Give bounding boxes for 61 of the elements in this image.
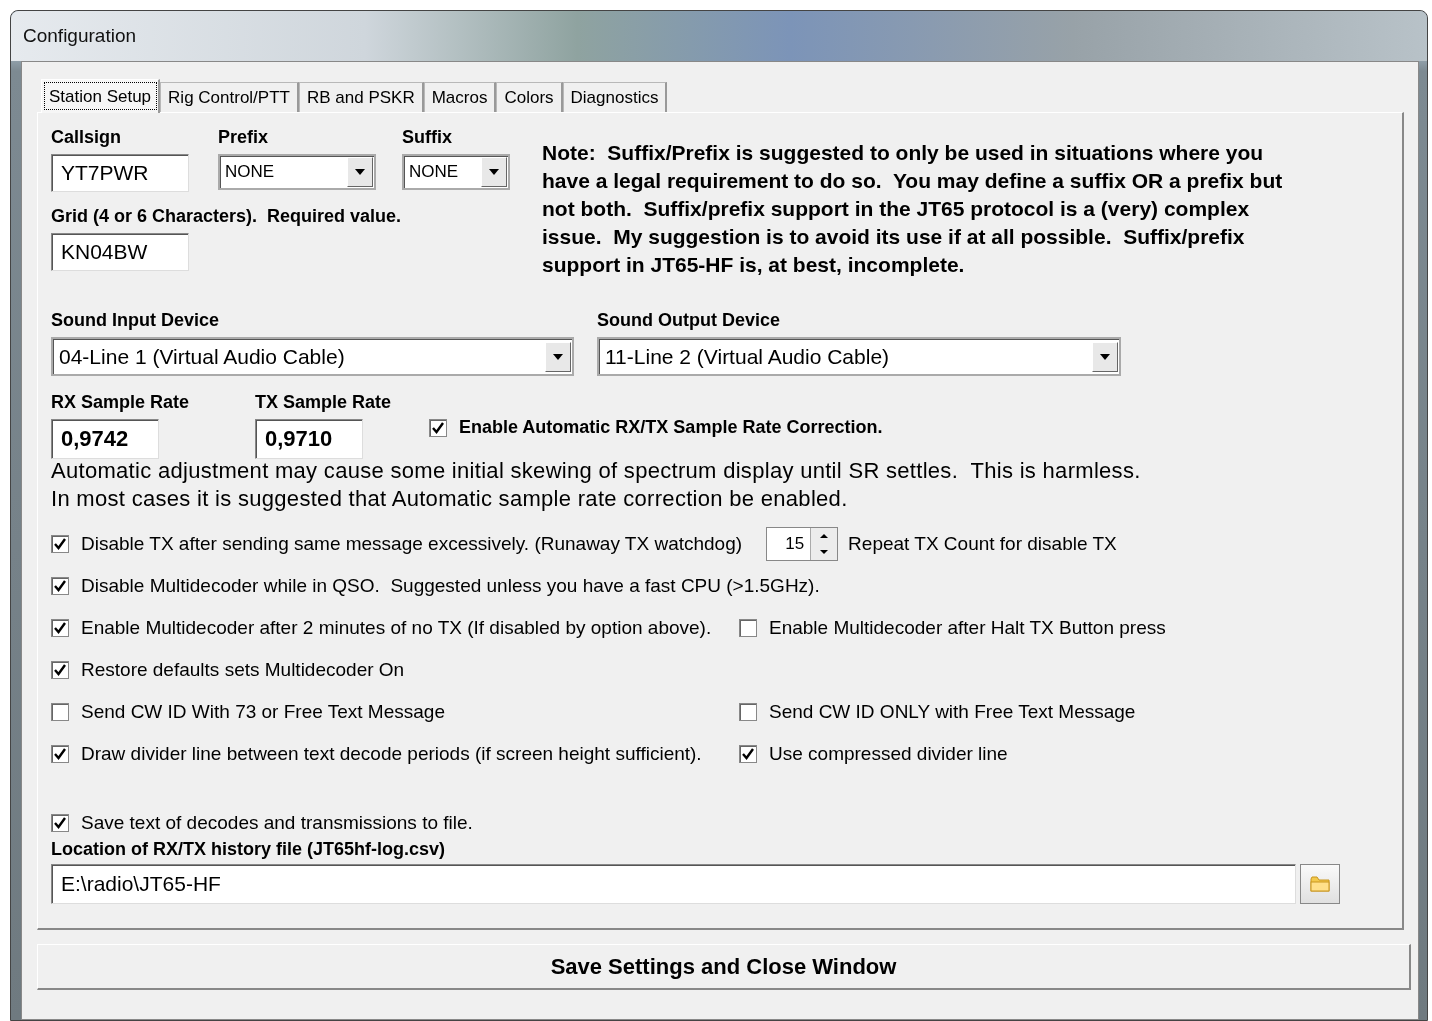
checkbox[interactable] [51, 745, 69, 763]
checkbox[interactable] [739, 619, 757, 637]
input-field[interactable]: YT7PWR [51, 154, 189, 192]
field-label: RX Sample Rate [51, 392, 191, 413]
field-label: Grid (4 or 6 Characters). Required value. [51, 206, 403, 227]
input-field[interactable]: E:\radio\JT65-HF [51, 864, 1296, 904]
field-label: Suffix [402, 127, 453, 148]
field-label: Prefix [218, 127, 270, 148]
tab[interactable]: Colors [496, 82, 563, 112]
caret-icon [552, 352, 564, 361]
tab[interactable]: Macros [423, 82, 497, 112]
checkbox-label: Enable Multidecoder after 2 minutes of no TX (If disabled by option above). [81, 617, 712, 639]
info-text: In most cases it is suggested that Automatic sample rate correction be enabled. [51, 485, 849, 513]
window-title: Configuration [23, 25, 137, 47]
checkbox[interactable] [51, 619, 69, 637]
field-label: Callsign [51, 127, 122, 148]
tab[interactable]: Station Setup [41, 79, 161, 113]
checkbox[interactable] [51, 535, 69, 553]
caret-icon [354, 168, 366, 176]
checkbox-label: Send CW ID ONLY with Free Text Message [769, 701, 1136, 723]
dropdown[interactable]: 11-Line 2 (Virtual Audio Cable) [597, 337, 1121, 376]
up-arrow-icon [819, 533, 830, 539]
field-label: Location of RX/TX history file (JT65hf-log.csv) [51, 839, 447, 860]
input-field[interactable]: 0,9710 [255, 419, 363, 459]
tab[interactable]: RB and PSKR [298, 82, 424, 112]
checkbox[interactable] [51, 703, 69, 721]
dropdown[interactable]: NONE [218, 154, 376, 190]
checkbox-label: Save text of decodes and transmissions to file. [81, 812, 473, 834]
folder-icon [1310, 875, 1330, 893]
tab[interactable]: Diagnostics [562, 82, 668, 112]
field-label: Sound Output Device [597, 310, 781, 331]
note-text: Note: Suffix/Prefix is suggested to only be used in situations where you have a legal requirement to do so. You may define a suffix OR a prefix but not both. Suffix/prefix support in the JT65 protocol is a (very) complex issue. My suggestion is to avoid its use if at all possible. Suffix/prefix support in JT65-HF is, at best, incomplete. [542, 140, 1284, 278]
checkbox[interactable] [429, 418, 447, 437]
number-spinner[interactable]: 15 [766, 527, 839, 561]
field-label: Sound Input Device [51, 310, 220, 331]
dropdown[interactable]: 04-Line 1 (Virtual Audio Cable) [51, 337, 574, 376]
checkbox-label: Disable TX after sending same message excessively. (Runaway TX watchdog) [81, 533, 743, 555]
checkbox-label: Draw divider line between text decode periods (if screen height sufficient). [81, 743, 702, 765]
input-field[interactable]: KN04BW [51, 233, 189, 271]
down-arrow-icon [819, 549, 830, 555]
input-field[interactable]: 0,9742 [51, 419, 159, 459]
checkbox-label: Restore defaults sets Multidecoder On [81, 659, 405, 681]
checkbox[interactable] [51, 661, 69, 679]
checkbox[interactable] [51, 577, 69, 595]
checkbox-label: Enable Automatic RX/TX Sample Rate Correction. [459, 417, 883, 438]
field-label: TX Sample Rate [255, 392, 393, 413]
checkbox[interactable] [51, 814, 69, 832]
info-text: Automatic adjustment may cause some initial skewing of spectrum display until SR settles. This is harmless. [51, 457, 1142, 485]
checkbox-label: Use compressed divider line [769, 743, 1008, 765]
tab[interactable]: Rig Control/PTT [160, 82, 299, 112]
checkbox[interactable] [739, 703, 757, 721]
dropdown[interactable]: NONE [402, 154, 510, 190]
checkbox-label: Send CW ID With 73 or Free Text Message [81, 701, 445, 723]
checkbox-label: Enable Multidecoder after Halt TX Button press [769, 617, 1166, 639]
caret-icon [488, 168, 500, 176]
browse-button[interactable] [1300, 864, 1340, 904]
checkbox[interactable] [739, 745, 757, 763]
save-button[interactable]: Save Settings and Close Window [37, 944, 1411, 990]
checkbox-label: Disable Multidecoder while in QSO. Suggested unless you have a fast CPU (>1.5GHz). [81, 575, 820, 597]
caret-icon [1099, 352, 1111, 361]
spinner-label: Repeat TX Count for disable TX [848, 533, 1117, 555]
